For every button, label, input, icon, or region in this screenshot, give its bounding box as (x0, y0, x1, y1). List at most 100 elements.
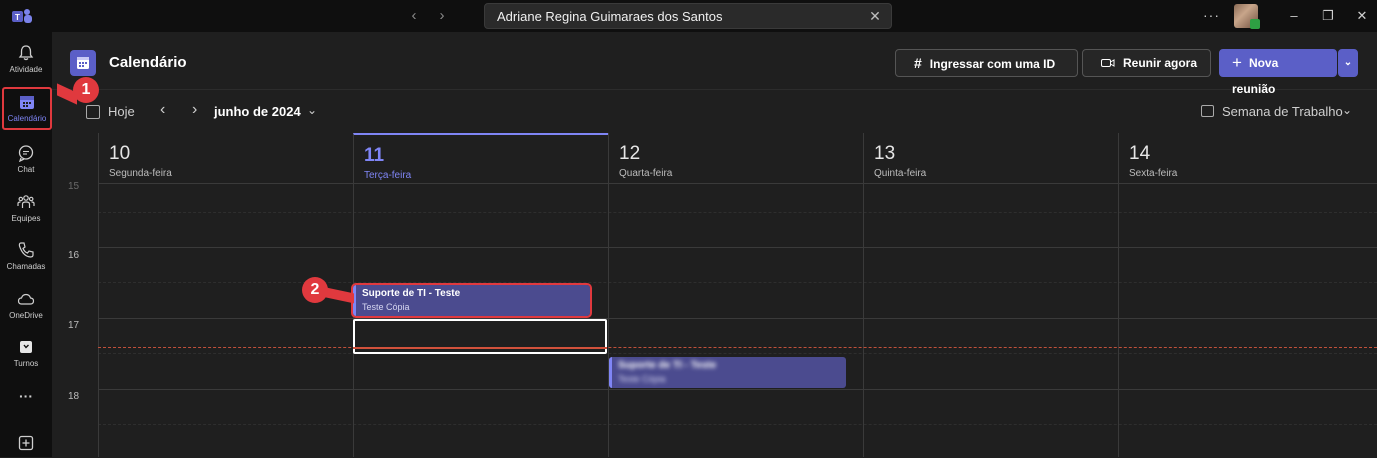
meet-now-label: Reunir agora (1123, 56, 1198, 70)
day-name: Sexta-feira (1129, 168, 1178, 179)
half-hour-line (98, 212, 1377, 213)
previous-week-icon[interactable]: ‹ (160, 101, 165, 119)
event-card[interactable]: Suporte de TI - Teste Teste Cópia (351, 283, 592, 318)
join-with-id-button[interactable]: # Ingressar com uma ID (895, 49, 1078, 77)
hour-label: 15 (68, 181, 80, 192)
hour-line (98, 247, 1377, 248)
calendar-header: Calendário # Ingressar com uma ID Reunir … (52, 32, 1377, 96)
restore-icon[interactable]: ❐ (1318, 6, 1338, 26)
app-rail: Atividade Calendário Chat Equipes Chamad… (0, 32, 52, 457)
hour-label: 16 (68, 250, 80, 261)
forward-arrow-icon[interactable]: › (432, 6, 452, 26)
bell-icon (18, 45, 34, 61)
chevron-down-icon[interactable]: ⌄ (307, 103, 317, 117)
hour-label: 18 (68, 391, 80, 402)
day-header-fri[interactable]: 14 Sexta-feira (1118, 133, 1377, 184)
hour-line (98, 389, 1377, 390)
view-icon[interactable] (1201, 105, 1214, 117)
new-meeting-button[interactable]: + Nova reunião (1219, 49, 1337, 96)
half-hour-line (98, 424, 1377, 425)
half-hour-line (98, 353, 1377, 354)
chevron-down-icon[interactable]: ⌄ (1342, 103, 1352, 117)
more-apps-icon[interactable]: ··· (0, 388, 52, 414)
chat-icon (18, 145, 34, 162)
today-button[interactable]: Hoje (108, 104, 135, 119)
hash-icon: # (914, 55, 922, 71)
more-options-icon[interactable]: ··· (1203, 7, 1220, 23)
day-header-tue[interactable]: 11 Terça-feira (353, 133, 608, 184)
add-app-button[interactable] (0, 430, 52, 458)
event-title: Suporte de TI - Teste (362, 288, 461, 299)
day-name: Segunda-feira (109, 168, 172, 179)
rail-label: OneDrive (9, 311, 43, 320)
half-hour-line (98, 282, 1377, 283)
search-text: Adriane Regina Guimaraes dos Santos (497, 9, 723, 24)
event-subtitle: Teste Cópia (618, 374, 666, 384)
rail-item-calendar[interactable]: Calendário (2, 87, 52, 130)
month-selector[interactable]: junho de 2024 (214, 104, 301, 119)
day-header-thu[interactable]: 13 Quinta-feira (863, 133, 1118, 184)
rail-item-onedrive[interactable]: OneDrive (0, 286, 52, 332)
callout-badge: 1 (73, 77, 99, 103)
status-badge (1250, 19, 1260, 29)
page-title: Calendário (109, 54, 187, 71)
column-line (1118, 184, 1119, 457)
hour-line (98, 318, 1377, 319)
hour-label: 17 (68, 320, 80, 331)
today-icon[interactable] (86, 105, 100, 119)
join-with-id-label: Ingressar com uma ID (929, 57, 1056, 71)
search-box[interactable]: Adriane Regina Guimaraes dos Santos ✕ (484, 3, 892, 29)
day-number: 13 (874, 143, 896, 164)
add-app-icon (18, 435, 34, 451)
rail-label: Chamadas (6, 262, 46, 271)
current-time-line (98, 347, 1377, 348)
next-week-icon[interactable]: › (192, 101, 197, 119)
title-bar: T ‹ › Adriane Regina Guimaraes dos Santo… (0, 0, 1377, 32)
day-header-mon[interactable]: 10 Segunda-feira (98, 133, 353, 184)
day-number: 11 (364, 145, 385, 166)
calendar-icon (20, 96, 34, 109)
day-name: Terça-feira (364, 170, 412, 181)
rail-label: Calendário (7, 114, 47, 123)
chevron-down-icon: ⌄ (1343, 57, 1353, 68)
new-meeting-options-button[interactable]: ⌄ (1338, 49, 1358, 77)
plus-icon: + (1232, 53, 1242, 72)
meet-now-button[interactable]: Reunir agora (1082, 49, 1211, 77)
rail-label: Equipes (11, 214, 41, 223)
column-line (608, 184, 609, 457)
day-number: 10 (109, 143, 131, 164)
day-header-wed[interactable]: 12 Quarta-feira (608, 133, 863, 184)
close-window-icon[interactable]: ✕ (1352, 6, 1372, 26)
day-name: Quinta-feira (874, 168, 927, 179)
event-subtitle: Teste Cópia (362, 302, 410, 312)
column-line (863, 184, 864, 457)
view-selector[interactable]: Semana de Trabalho (1222, 104, 1343, 119)
rail-label: Atividade (9, 65, 43, 74)
cloud-icon (17, 293, 35, 305)
close-icon[interactable]: ✕ (865, 6, 885, 26)
rail-item-calls[interactable]: Chamadas (0, 237, 52, 283)
calendar-app-icon (70, 50, 96, 76)
rail-item-shifts[interactable]: Turnos (0, 334, 52, 380)
calendar-toolbar: Hoje ‹ › junho de 2024 ⌄ Semana de Traba… (52, 91, 1377, 133)
teams-logo-icon[interactable]: T (12, 7, 32, 25)
rail-item-teams[interactable]: Equipes (0, 189, 52, 235)
day-number: 12 (619, 143, 641, 164)
rail-item-chat[interactable]: Chat (0, 140, 52, 186)
back-arrow-icon[interactable]: ‹ (404, 6, 424, 26)
rail-label: Chat (17, 165, 35, 174)
current-time-indicator (353, 347, 607, 349)
phone-icon (18, 242, 34, 258)
day-name: Quarta-feira (619, 168, 673, 179)
svg-text:T: T (15, 13, 20, 22)
minimize-icon[interactable]: – (1284, 6, 1304, 26)
teams-people-icon (17, 195, 35, 208)
day-number: 14 (1129, 143, 1151, 164)
event-title: Suporte de TI - Teste (618, 360, 717, 371)
event-card[interactable]: Suporte de TI - Teste Teste Cópia (609, 357, 846, 388)
video-camera-icon (1101, 59, 1115, 67)
callout-badge: 2 (302, 277, 328, 303)
calendar-grid[interactable] (98, 184, 1377, 457)
day-headers: 10 Segunda-feira 11 Terça-feira 12 Quart… (98, 133, 1377, 184)
rail-item-activity[interactable]: Atividade (0, 40, 52, 86)
